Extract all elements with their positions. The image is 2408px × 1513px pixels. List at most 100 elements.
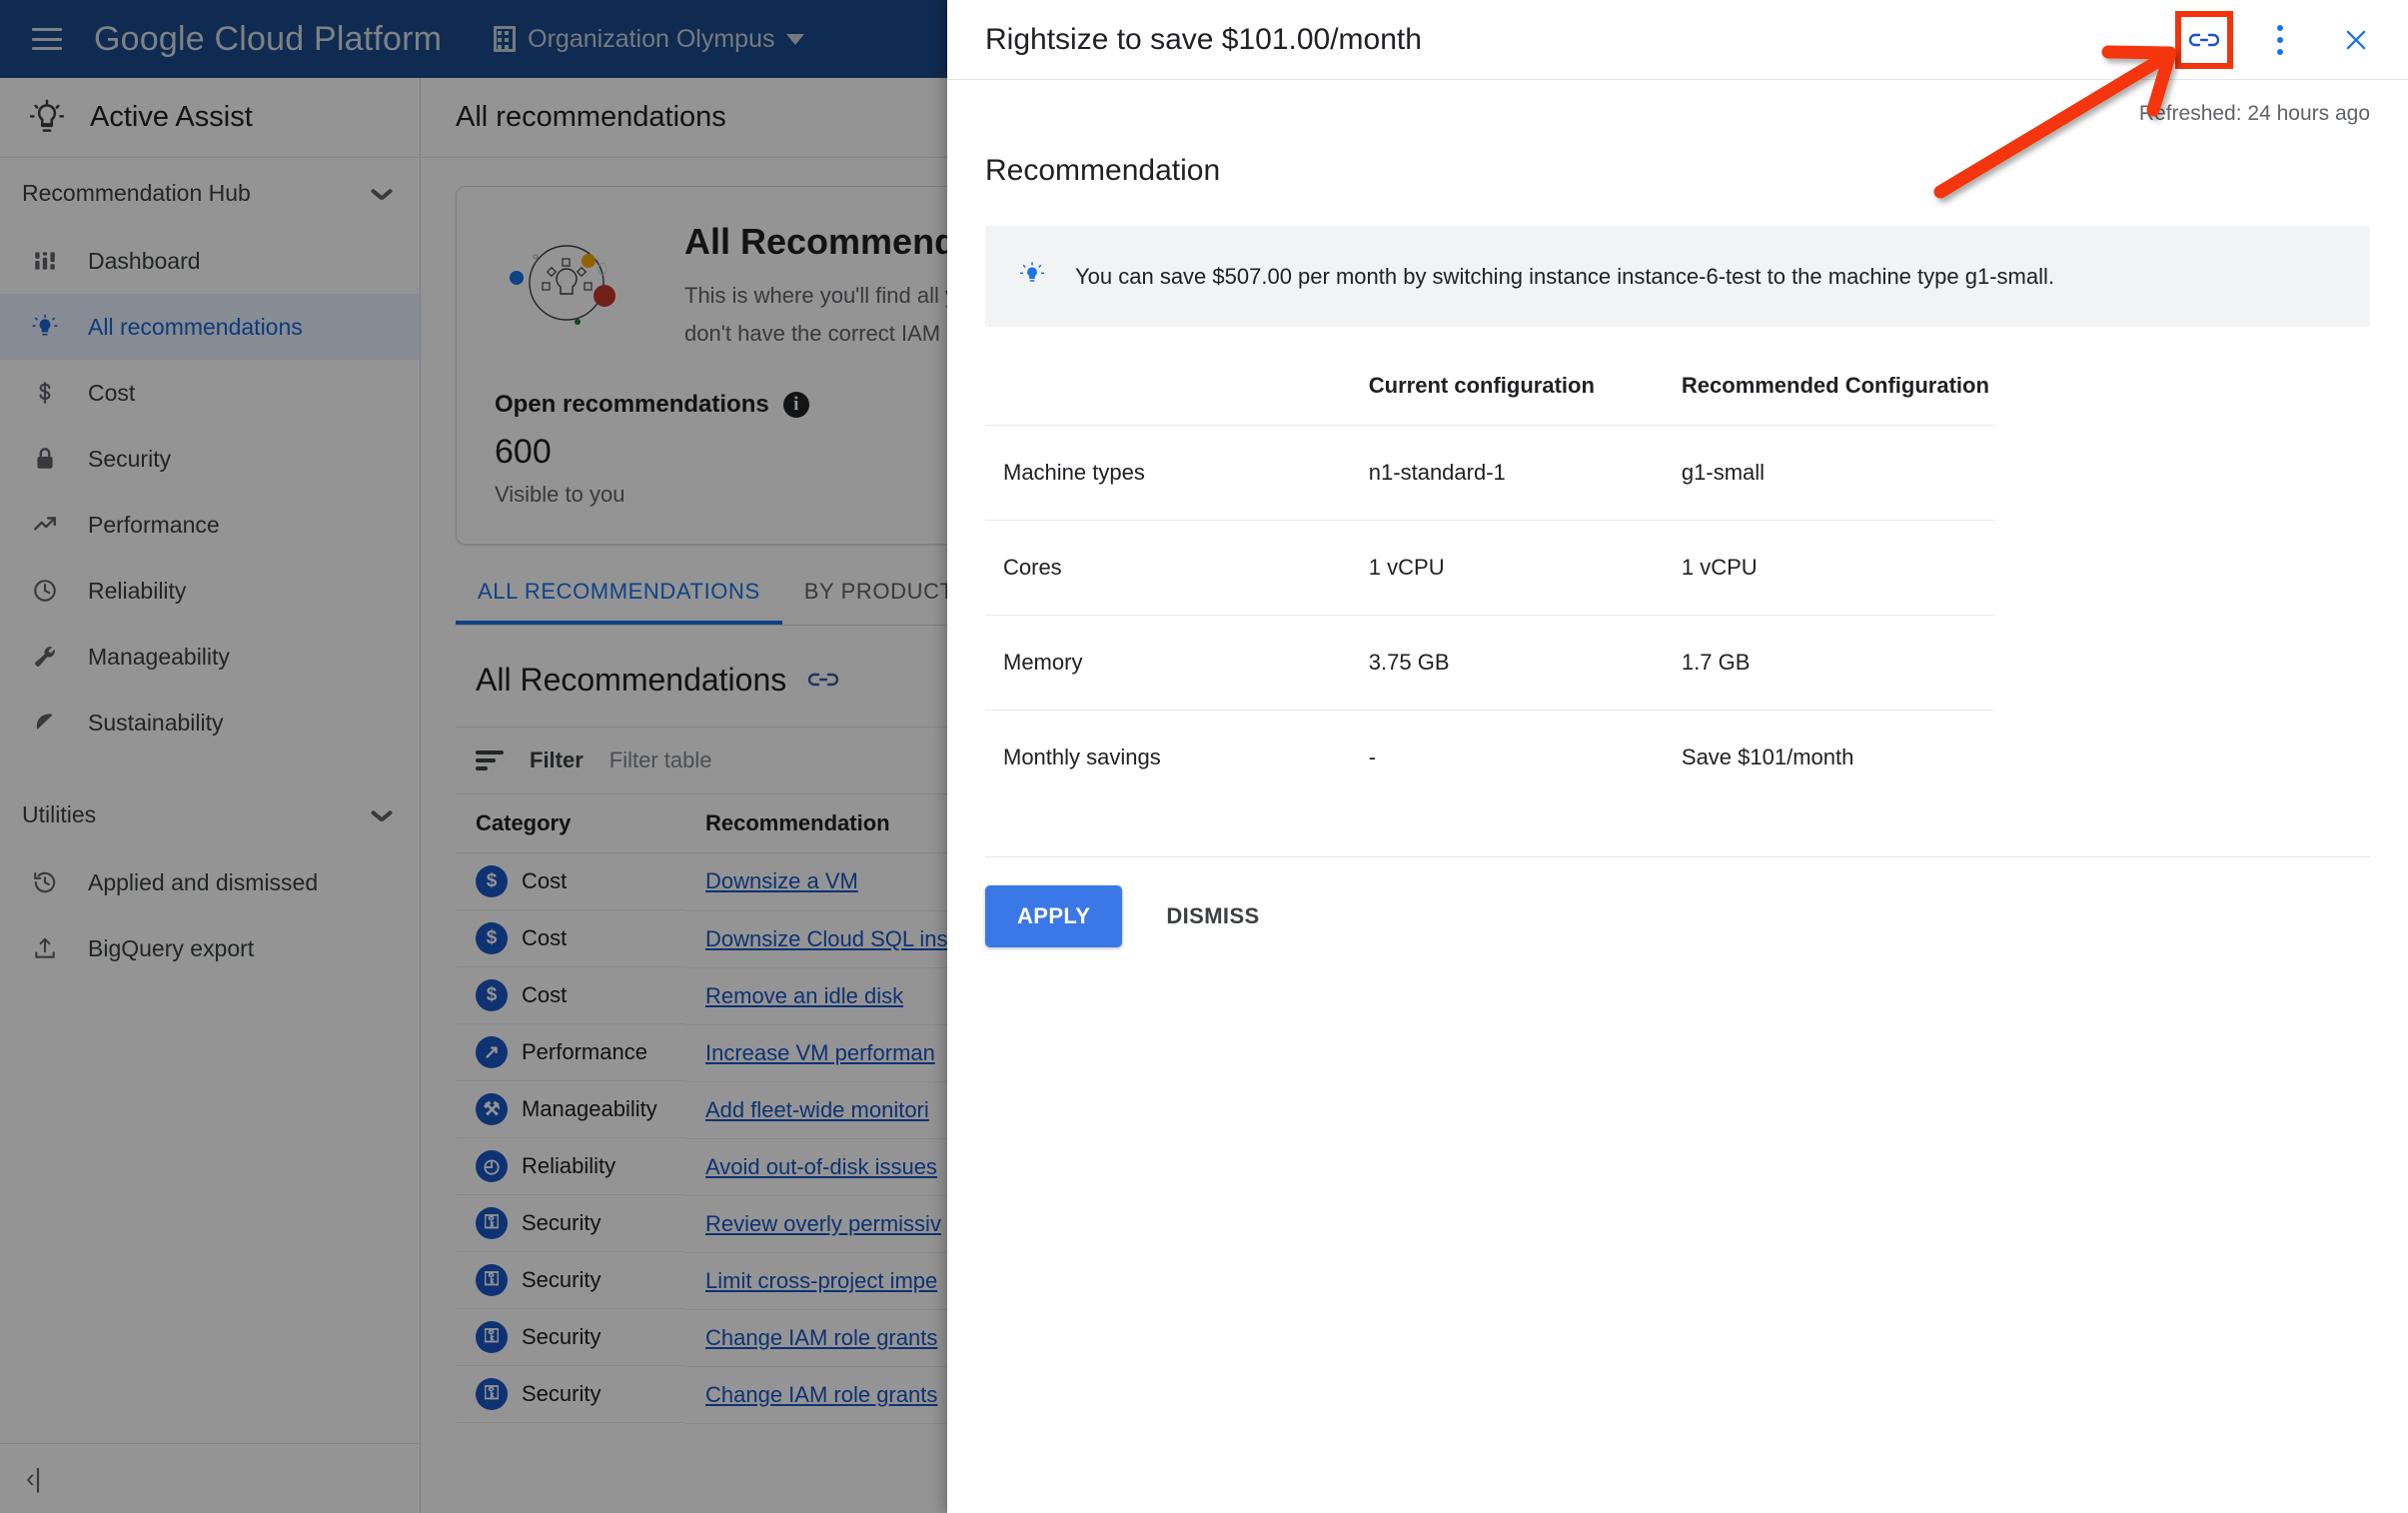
lock-icon bbox=[30, 444, 60, 474]
hamburger-icon[interactable] bbox=[32, 28, 62, 50]
sidebar-item-label: Cost bbox=[88, 379, 136, 406]
sidebar-item-sustainability[interactable]: Sustainability bbox=[0, 690, 420, 756]
recommendation-link[interactable]: Change IAM role grants bbox=[705, 1325, 937, 1350]
cell-current: n1-standard-1 bbox=[1368, 425, 1682, 521]
category-label: Security bbox=[522, 1324, 602, 1350]
more-options-button[interactable] bbox=[2258, 18, 2302, 62]
cell-category: ⚿ Security bbox=[456, 1309, 685, 1367]
sidebar-product-header: Active Assist bbox=[0, 78, 420, 158]
cell-category: ⚒ Manageability bbox=[456, 1081, 685, 1139]
cell-current: 1 vCPU bbox=[1368, 520, 1682, 616]
clock-icon bbox=[30, 576, 60, 606]
sidebar-item-reliability[interactable]: Reliability bbox=[0, 558, 420, 624]
dismiss-button[interactable]: DISMISS bbox=[1150, 885, 1275, 947]
sidebar: Active Assist Recommendation Hub Dashboa… bbox=[0, 78, 421, 1513]
recommendation-link[interactable]: Downsize a VM bbox=[705, 868, 858, 893]
recommendation-link[interactable]: Increase VM performan bbox=[705, 1040, 935, 1065]
dashboard-icon bbox=[30, 246, 60, 276]
filter-icon[interactable] bbox=[476, 751, 504, 771]
sidebar-item-bigquery-export[interactable]: BigQuery export bbox=[0, 915, 420, 981]
org-selector[interactable]: Organization Olympus bbox=[494, 25, 805, 54]
metric-label: Open recommendations bbox=[495, 391, 769, 419]
category-label: Reliability bbox=[522, 1153, 616, 1179]
sidebar-item-label: Performance bbox=[88, 511, 220, 538]
sidebar-item-all-recommendations[interactable]: All recommendations bbox=[0, 294, 420, 360]
category-badge-icon: ⚿ bbox=[476, 1264, 508, 1297]
cell-category: $ Cost bbox=[456, 910, 685, 968]
sidebar-item-security[interactable]: Security bbox=[0, 426, 420, 492]
cell-attribute: Machine types bbox=[985, 425, 1369, 521]
filter-label: Filter bbox=[530, 748, 584, 773]
cell-attribute: Memory bbox=[985, 615, 1369, 711]
comparison-header-row: Current configuration Recommended Config… bbox=[985, 373, 1994, 426]
collapse-panel-icon: ‹| bbox=[26, 1463, 42, 1493]
chevron-down-icon bbox=[786, 33, 805, 45]
page-title: All recommendations bbox=[456, 101, 726, 133]
info-icon[interactable]: i bbox=[782, 392, 809, 419]
building-icon bbox=[494, 26, 517, 52]
upload-icon bbox=[30, 933, 60, 963]
bulb-icon bbox=[1019, 260, 1045, 293]
recommendation-link[interactable]: Add fleet-wide monitori bbox=[705, 1097, 929, 1122]
recommendation-link[interactable]: Avoid out-of-disk issues bbox=[705, 1154, 937, 1179]
close-panel-button[interactable] bbox=[2334, 18, 2378, 62]
leaf-icon bbox=[30, 708, 60, 738]
category-label: Cost bbox=[522, 868, 568, 894]
comparison-row: Memory 3.75 GB 1.7 GB bbox=[985, 615, 1994, 711]
sidebar-item-label: Dashboard bbox=[88, 247, 201, 274]
filter-input[interactable]: Filter table bbox=[609, 748, 712, 773]
category-badge-icon: $ bbox=[476, 922, 508, 955]
tab-all-recommendations[interactable]: ALL RECOMMENDATIONS bbox=[456, 579, 782, 625]
cell-category: ◴ Reliability bbox=[456, 1138, 685, 1196]
category-badge-icon: ⚿ bbox=[476, 1207, 508, 1240]
sidebar-item-label: Manageability bbox=[88, 643, 230, 670]
cell-category: ↗ Performance bbox=[456, 1024, 685, 1082]
copy-link-button[interactable] bbox=[2175, 10, 2233, 69]
recommendation-link[interactable]: Downsize Cloud SQL ins bbox=[705, 926, 948, 951]
cell-recommended: Save $101/month bbox=[1681, 710, 1994, 804]
sidebar-item-manageability[interactable]: Manageability bbox=[0, 624, 420, 690]
recommendation-link[interactable]: Change IAM role grants bbox=[705, 1382, 937, 1407]
refreshed-timestamp: Refreshed: 24 hours ago bbox=[2138, 102, 2370, 125]
category-badge-icon: $ bbox=[476, 865, 508, 898]
sidebar-item-dashboard[interactable]: Dashboard bbox=[0, 228, 420, 294]
chevron-down-icon bbox=[372, 188, 392, 199]
brand-title: Google Cloud Platform bbox=[94, 19, 443, 58]
cell-category: ⚿ Security bbox=[456, 1366, 685, 1424]
sidebar-item-cost[interactable]: Cost bbox=[0, 360, 420, 426]
cell-current: - bbox=[1368, 710, 1682, 804]
category-label: Cost bbox=[522, 925, 568, 951]
sidebar-item-applied-and-dismissed[interactable]: Applied and dismissed bbox=[0, 849, 420, 915]
kebab-menu-icon bbox=[2277, 24, 2283, 55]
recommendation-link[interactable]: Review overly permissiv bbox=[705, 1211, 941, 1236]
apply-button[interactable]: APPLY bbox=[985, 885, 1123, 947]
cell-category: $ Cost bbox=[456, 967, 685, 1025]
recommendation-link[interactable]: Limit cross-project impe bbox=[705, 1268, 937, 1293]
panel-title: Rightsize to save $101.00/month bbox=[985, 22, 1422, 56]
sidebar-group-recommendation-hub[interactable]: Recommendation Hub bbox=[0, 158, 420, 228]
panel-footer: APPLY DISMISS bbox=[947, 857, 2408, 975]
sidebar-collapse-button[interactable]: ‹| bbox=[0, 1443, 420, 1513]
link-icon[interactable] bbox=[808, 665, 839, 696]
category-badge-icon: ⚿ bbox=[476, 1321, 508, 1354]
cell-category: ⚿ Security bbox=[456, 1252, 685, 1310]
comparison-col-label bbox=[985, 373, 1369, 426]
history-icon bbox=[30, 867, 60, 897]
sidebar-group-utilities[interactable]: Utilities bbox=[0, 779, 420, 849]
cell-category: $ Cost bbox=[456, 853, 685, 911]
dollar-icon bbox=[30, 378, 60, 408]
panel-body: Recommendation You can save $507.00 per … bbox=[947, 126, 2408, 804]
recommendation-link[interactable]: Remove an idle disk bbox=[705, 983, 903, 1008]
sidebar-item-label: All recommendations bbox=[88, 313, 303, 340]
sidebar-item-performance[interactable]: Performance bbox=[0, 492, 420, 558]
cell-recommended: g1-small bbox=[1681, 425, 1994, 521]
configuration-comparison-table: Current configuration Recommended Config… bbox=[985, 373, 1994, 804]
table-title: All Recommendations bbox=[476, 662, 787, 699]
category-badge-icon: ↗ bbox=[476, 1036, 508, 1069]
sidebar-item-label: Sustainability bbox=[88, 709, 224, 736]
comparison-col-current: Current configuration bbox=[1368, 373, 1595, 398]
panel-section-title: Recommendation bbox=[985, 154, 1221, 187]
column-header-category[interactable]: Category bbox=[456, 793, 685, 854]
cell-category: ⚿ Security bbox=[456, 1195, 685, 1253]
sidebar-product-title: Active Assist bbox=[90, 101, 253, 133]
